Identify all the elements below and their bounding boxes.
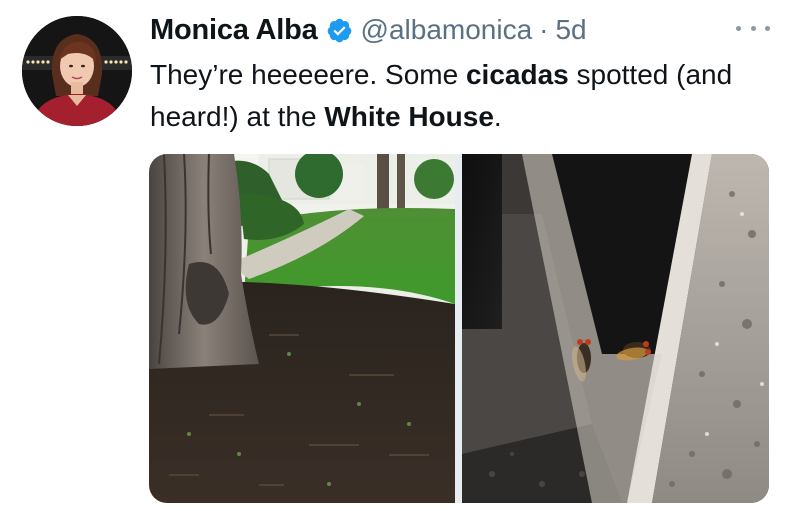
tweet-text: They’re heeeeere. Some cicadas spotted (… xyxy=(150,59,733,132)
display-name[interactable]: Monica Alba xyxy=(150,14,318,47)
media-grid xyxy=(149,154,769,503)
cicadas-on-stone-photo[interactable] xyxy=(462,154,769,503)
tree-lawn-photo[interactable] xyxy=(149,154,455,503)
more-options-icon[interactable] xyxy=(736,16,770,40)
avatar-image xyxy=(22,16,132,126)
bold-phrase-white-house: White House xyxy=(324,101,494,132)
separator-dot: · xyxy=(539,14,549,45)
verified-badge-icon xyxy=(327,18,351,42)
avatar[interactable] xyxy=(22,16,132,126)
tweet-header: Monica Alba @albamonica · 5d xyxy=(150,12,587,48)
tweet[interactable]: Monica Alba @albamonica · 5d They’re hee… xyxy=(0,0,809,511)
bold-word-cicadas: cicadas xyxy=(465,59,569,90)
timestamp[interactable]: 5d xyxy=(555,14,586,46)
user-handle[interactable]: @albamonica xyxy=(361,14,533,46)
